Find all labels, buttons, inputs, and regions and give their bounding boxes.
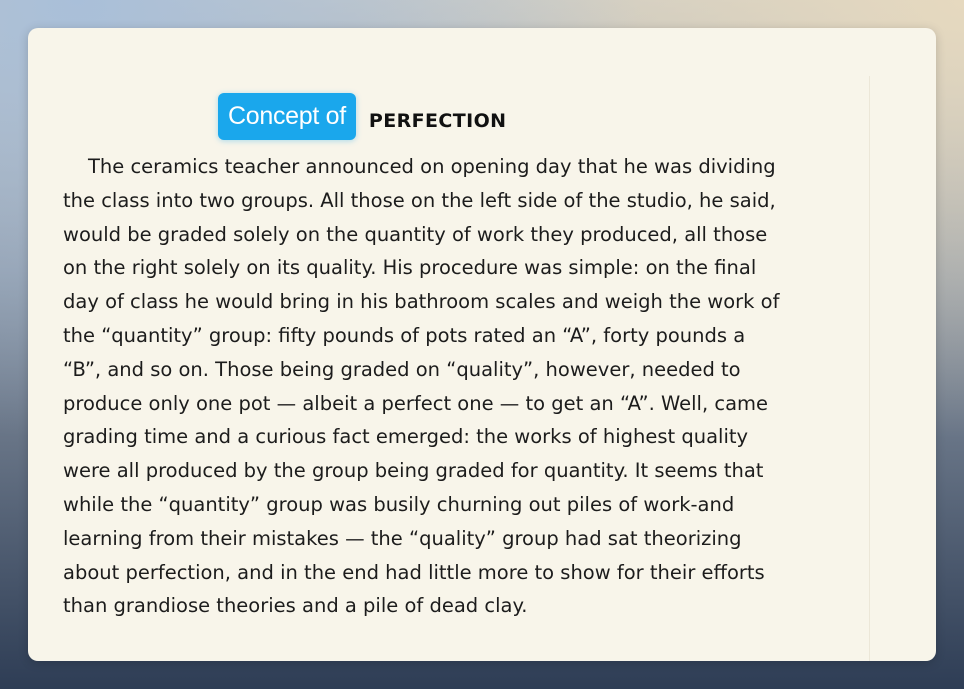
paragraph-line: were all produced by the group being gra… [63,459,764,483]
paragraph-line: learning from their mistakes — the “qual… [63,526,742,550]
concept-of-badge: Concept of [218,93,356,140]
paragraph-line: The ceramics teacher announced on openin… [88,155,776,178]
paragraph-line: than grandiose theories and a pile of de… [63,594,528,618]
paragraph-line: on the right solely on its quality. His … [63,256,757,280]
title-row: Concept of PERFECTION [218,93,506,140]
story-paragraph: The ceramics teacher announced on openin… [63,150,869,623]
perfection-heading: PERFECTION [368,109,507,132]
paragraph-line: while the “quantity” group was busily ch… [63,492,735,516]
paragraph-line: day of class he would bring in his bathr… [63,290,780,314]
paragraph-line: grading time and a curious fact emerged:… [63,425,749,449]
paragraph-line: would be graded solely on the quantity o… [63,222,768,246]
image-card: Concept of PERFECTION The ceramics teach… [28,28,936,661]
paragraph-line: “B”, and so on. Those being graded on “q… [63,357,741,381]
paragraph-line: about perfection, and in the end had lit… [63,560,765,584]
paragraph-line: produce only one pot — albeit a perfect … [63,391,769,415]
paragraph-line: the class into two groups. All those on … [63,188,776,212]
paragraph-line: the “quantity” group: fifty pounds of po… [63,323,746,347]
scan-edge-divider [869,76,870,661]
